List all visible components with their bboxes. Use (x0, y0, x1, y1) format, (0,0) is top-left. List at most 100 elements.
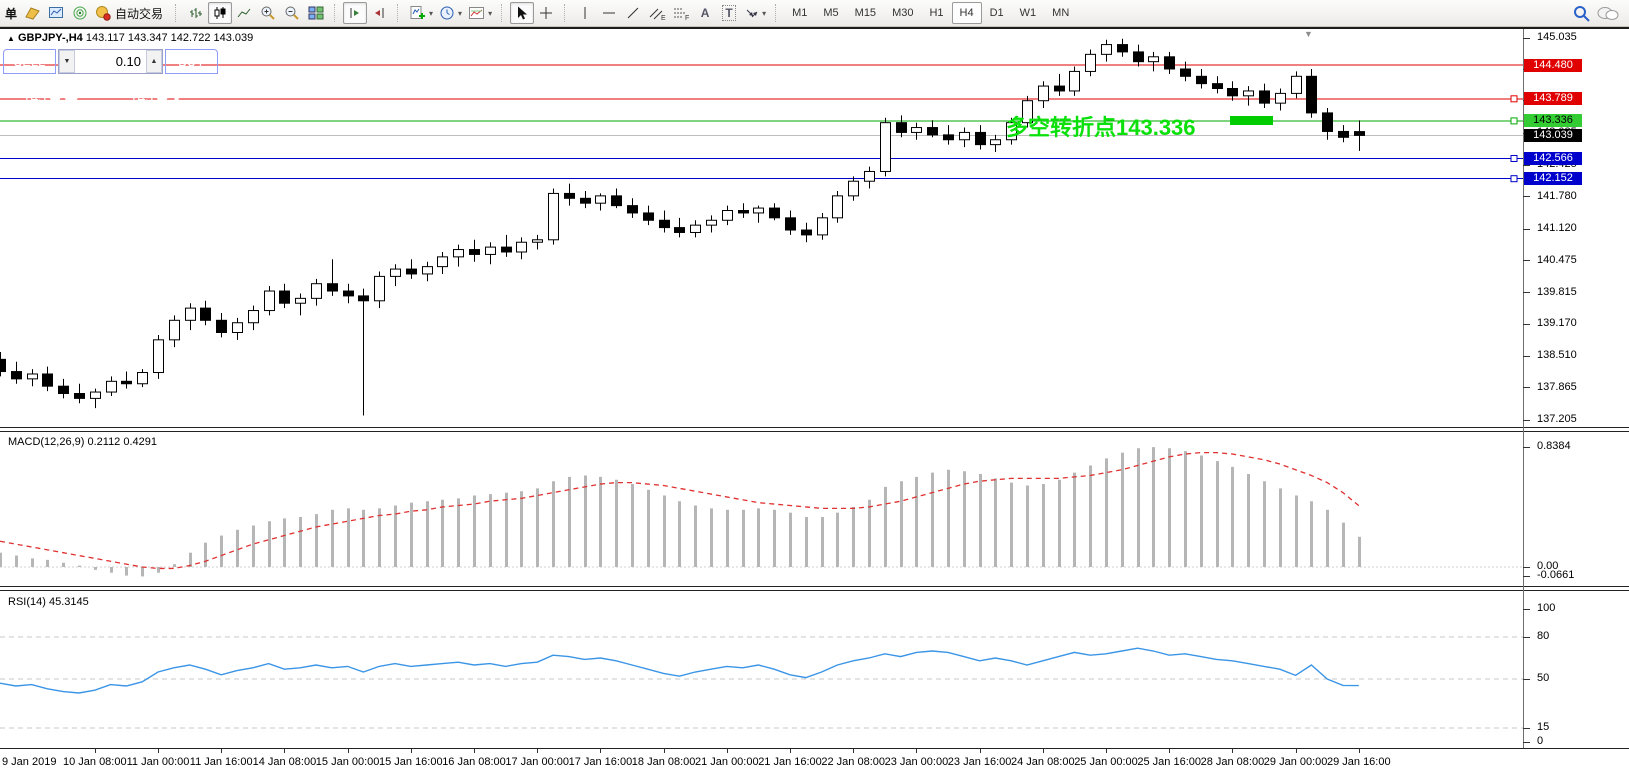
candle-body (1102, 45, 1112, 55)
macd-panel-separator[interactable] (0, 427, 1629, 432)
candle-body (391, 269, 401, 276)
candle-body (138, 373, 148, 384)
candle-body (454, 250, 464, 257)
candle-body (154, 340, 164, 373)
candle-body (596, 196, 606, 203)
sell-price-big: 03 (47, 80, 79, 105)
candle-body (59, 386, 69, 393)
candle-body (865, 171, 875, 181)
candle-body (770, 208, 780, 218)
candle-body (1039, 86, 1049, 101)
price-axis-border (1523, 29, 1524, 748)
candle-body (186, 308, 196, 320)
candle-body (991, 140, 1001, 145)
candle-body (502, 247, 512, 252)
candle-body (802, 230, 812, 235)
rsi-line (0, 648, 1359, 693)
candle-body (375, 276, 385, 300)
symbol-name: GBPJPY-,H4 (18, 32, 83, 44)
line-endpoint-handle (1511, 96, 1517, 102)
highlight-box[interactable] (1230, 116, 1273, 125)
candle-body (75, 394, 85, 399)
candle-body (1323, 113, 1333, 132)
buy-price-prefix: 143 (130, 90, 153, 104)
volume-stepper: ▼ 0.10 ▲ (58, 49, 163, 74)
candle-body (533, 240, 543, 242)
mt4-window: 单 自动交易 (0, 0, 1629, 773)
candle-body (0, 359, 6, 371)
candle-body (122, 381, 132, 383)
candle-body (581, 198, 591, 203)
candle-body (312, 284, 322, 299)
line-endpoint-handle (1511, 155, 1517, 161)
candle-body (691, 225, 701, 232)
candle-body (660, 220, 670, 227)
buy-button[interactable]: BUY (165, 49, 218, 74)
candle-body (818, 218, 828, 235)
candle-body (1055, 86, 1065, 91)
candle-body (786, 218, 796, 230)
candle-body (233, 323, 243, 333)
line-endpoint-handle (1511, 118, 1517, 124)
sell-price-pip: 9 (79, 79, 87, 93)
candle-body (423, 267, 433, 274)
collapse-marker-icon[interactable]: ▲ (7, 34, 15, 43)
candle-body (1086, 54, 1096, 71)
candle-body (1228, 89, 1238, 96)
candle-body (280, 291, 290, 303)
candle-body (43, 374, 53, 386)
volume-decrease-button[interactable]: ▼ (59, 50, 75, 73)
chart-shift-marker[interactable]: ▼ (1304, 29, 1313, 39)
buy-price-display[interactable]: 143 07 6 (110, 76, 214, 108)
candle-body (517, 242, 527, 252)
candle-body (675, 228, 685, 233)
candle-body (1134, 52, 1144, 62)
candle-body (928, 128, 938, 135)
volume-input[interactable]: 0.10 (75, 50, 146, 73)
candle-body (1276, 93, 1286, 103)
candle-body (328, 284, 338, 291)
candle-body (1213, 84, 1223, 89)
candle-body (754, 208, 764, 213)
sell-button[interactable]: SELL (3, 49, 56, 74)
candle-body (1339, 131, 1349, 137)
sell-price-display[interactable]: 143 03 9 (3, 76, 107, 108)
time-axis-border (0, 748, 1629, 749)
candle-body (359, 296, 369, 301)
candle-body (897, 123, 907, 133)
candle-body (249, 311, 259, 323)
candle-body (1181, 69, 1191, 76)
buy-price-big: 07 (154, 80, 186, 105)
candle-body (1355, 132, 1365, 136)
candle-body (707, 220, 717, 225)
buy-price-pip: 6 (186, 79, 194, 93)
candle-body (976, 132, 986, 144)
candle-body (296, 298, 306, 303)
candle-body (912, 128, 922, 133)
sell-price-prefix: 143 (23, 90, 46, 104)
candle-body (217, 320, 227, 332)
candle-body (470, 250, 480, 255)
candle-body (612, 196, 622, 206)
candle-body (1197, 76, 1207, 83)
candle-body (91, 392, 101, 398)
candle-body (628, 206, 638, 213)
candle-body (1149, 57, 1159, 62)
chart-canvas[interactable] (0, 0, 1629, 773)
candle-body (201, 308, 211, 320)
candle-body (960, 132, 970, 139)
rsi-panel-separator[interactable] (0, 586, 1629, 591)
candle-body (1292, 76, 1302, 93)
volume-increase-button[interactable]: ▲ (146, 50, 162, 73)
candle-body (438, 257, 448, 267)
candle-body (107, 381, 117, 392)
candle-body (739, 211, 749, 213)
candle-body (486, 247, 496, 254)
candle-body (28, 374, 38, 379)
candle-body (849, 181, 859, 196)
candle-body (265, 291, 275, 311)
one-click-trading-panel: SELL ▼ 0.10 ▲ BUY 143 03 9 143 07 6 (3, 49, 218, 108)
candle-body (565, 193, 575, 198)
annotation-text[interactable]: 多空转折点143.336 (1006, 110, 1196, 142)
candle-body (944, 135, 954, 140)
